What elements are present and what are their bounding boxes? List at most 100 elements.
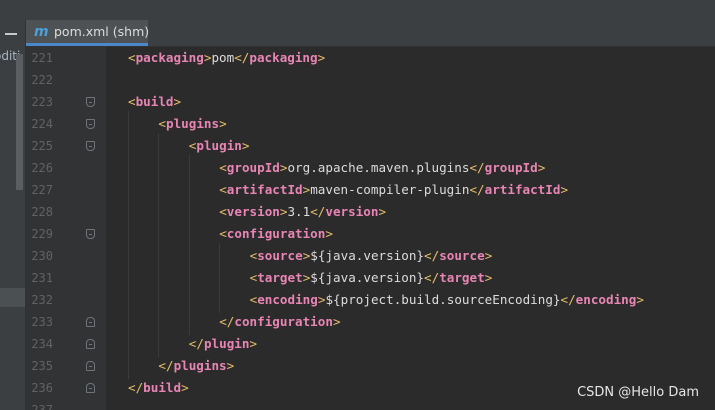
tag-bracket: > — [226, 358, 235, 373]
tag-value: org.apache.maven.plugins — [287, 160, 470, 175]
tag-bracket: > — [636, 292, 644, 307]
code-line: <build> — [128, 91, 181, 113]
tag-bracket: > — [249, 336, 258, 351]
code-line: <artifactId>maven-compiler-plugin</artif… — [219, 179, 568, 201]
tag-bracket: </ — [158, 358, 174, 373]
tag-name: groupId — [484, 160, 538, 175]
fold-dash-icon — [89, 366, 92, 367]
line-number: 236 — [31, 381, 53, 395]
indent-guide — [158, 133, 160, 357]
code-line: <version>3.1</version> — [219, 201, 386, 223]
tag-name: plugins — [165, 116, 220, 131]
tag-name: artifactId — [226, 182, 303, 197]
indent-guide — [128, 111, 129, 379]
tag-bracket: > — [537, 160, 546, 175]
watermark: CSDN @Hello Dam — [577, 385, 699, 400]
tag-bracket: > — [484, 270, 493, 285]
tag-bracket: </ — [188, 336, 204, 351]
code-line: </plugins> — [158, 355, 234, 377]
tag-name: packaging — [249, 50, 318, 65]
line-number: 231 — [31, 271, 53, 285]
tag-name: plugin — [196, 138, 242, 153]
line-number: 221 — [31, 51, 53, 65]
tag-name: plugins — [173, 358, 227, 373]
line-number: 230 — [31, 249, 53, 263]
tag-value: ${project.build.sourceEncoding} — [325, 292, 561, 307]
indent-guide — [219, 243, 221, 313]
line-number: 228 — [31, 205, 53, 219]
tag-bracket: < — [219, 226, 227, 241]
code-line: <configuration> — [219, 223, 333, 245]
line-number: 225 — [31, 139, 53, 153]
line-number: 235 — [31, 359, 53, 373]
line-number: 223 — [31, 95, 53, 109]
tag-bracket: < — [219, 182, 227, 197]
tag-bracket: > — [378, 204, 387, 219]
line-number: 229 — [31, 227, 53, 241]
fold-dash-icon — [89, 234, 92, 235]
side-panel: oditi — [0, 20, 26, 410]
ide-window: m pom.xml (shm) oditi <packaging>pom</pa… — [0, 0, 715, 410]
tag-name: version — [226, 204, 280, 219]
line-number: 227 — [31, 183, 53, 197]
side-panel-scrollbar[interactable] — [16, 54, 23, 190]
tag-name: target — [257, 270, 303, 285]
line-number: 237 — [31, 403, 53, 410]
tag-value: 3.1 — [287, 204, 311, 219]
tag-bracket: > — [317, 50, 326, 65]
tag-bracket: < — [219, 204, 227, 219]
tag-bracket: </ — [424, 248, 440, 263]
code-line: <groupId>org.apache.maven.plugins</group… — [219, 157, 545, 179]
minimize-icon[interactable] — [3, 27, 19, 41]
code-line: </configuration> — [219, 311, 340, 333]
tag-name: artifactId — [484, 182, 561, 197]
tag-bracket: > — [325, 226, 333, 241]
code-line: <plugin> — [189, 135, 250, 157]
code-editor[interactable]: <packaging>pom</packaging> <build> <plugin… — [106, 47, 715, 410]
tag-name: target — [439, 270, 485, 285]
side-panel-selected-row[interactable] — [0, 288, 25, 307]
tag-value: pom — [211, 50, 235, 65]
line-number: 232 — [31, 293, 53, 307]
fold-dash-icon — [89, 344, 92, 345]
tag-name: groupId — [226, 160, 280, 175]
code-line: <encoding>${project.build.sourceEncoding… — [250, 289, 644, 311]
fold-dash-icon — [89, 146, 92, 147]
tag-name: source — [257, 248, 303, 263]
tag-bracket: </ — [424, 270, 440, 285]
code-line: </build> — [128, 377, 189, 399]
tag-value: ${java.version} — [310, 248, 425, 263]
tag-bracket: < — [128, 94, 136, 109]
fold-dash-icon — [89, 322, 92, 323]
tag-name: packaging — [135, 50, 204, 65]
tag-name: source — [439, 248, 485, 263]
tag-bracket: </ — [219, 314, 235, 329]
tag-bracket: > — [560, 182, 569, 197]
tag-bracket: > — [332, 314, 341, 329]
tag-bracket: </ — [469, 160, 485, 175]
tag-value: maven-compiler-plugin — [310, 182, 470, 197]
tag-name: encoding — [575, 292, 637, 307]
tag-name: build — [143, 380, 182, 395]
tab-pom-xml[interactable]: m pom.xml (shm) — [26, 20, 149, 46]
tag-bracket: < — [128, 50, 136, 65]
line-number: 222 — [31, 73, 53, 87]
tag-bracket: > — [219, 116, 227, 131]
code-line: <target>${java.version}</target> — [250, 267, 493, 289]
tag-name: version — [325, 204, 379, 219]
tag-value: ${java.version} — [310, 270, 425, 285]
tag-name: plugin — [203, 336, 250, 351]
code-line: <plugins> — [158, 113, 226, 135]
tag-bracket: < — [219, 160, 227, 175]
indent-guide — [188, 155, 190, 335]
tag-name: build — [135, 94, 174, 109]
tag-bracket: < — [158, 116, 166, 131]
tag-bracket: </ — [310, 204, 326, 219]
line-number: 234 — [31, 337, 53, 351]
tag-name: configuration — [234, 314, 333, 329]
tag-bracket: > — [241, 138, 250, 153]
tag-bracket: </ — [128, 380, 144, 395]
fold-dash-icon — [89, 388, 92, 389]
line-number: 224 — [31, 117, 53, 131]
title-strip — [0, 0, 715, 20]
